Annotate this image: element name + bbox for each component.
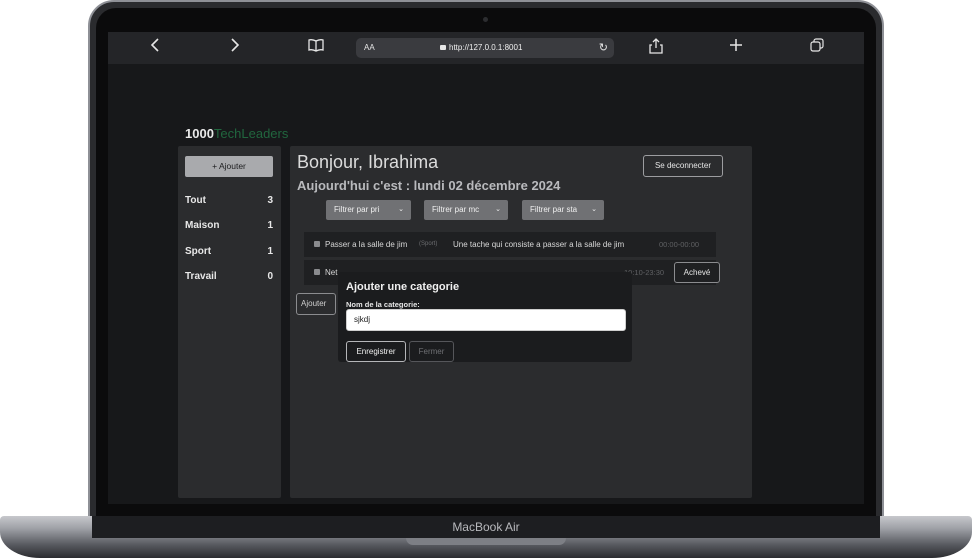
lock-icon xyxy=(440,45,446,50)
device-brand-label: MacBook Air xyxy=(452,520,520,534)
category-name: Maison xyxy=(185,220,220,231)
chevron-down-icon: ⌄ xyxy=(591,206,597,213)
filter-month-dropdown[interactable]: Filtrer par mc ⌄ xyxy=(424,200,508,220)
logout-button[interactable]: Se deconnecter xyxy=(643,155,723,177)
share-icon[interactable] xyxy=(646,38,666,58)
category-count: 3 xyxy=(267,195,273,206)
task-title: Passer a la salle de jim xyxy=(325,240,408,249)
filter-label: Filtrer par pri xyxy=(334,205,380,214)
camera xyxy=(483,17,488,22)
brand-accent: TechLeaders xyxy=(213,126,289,141)
text-size-button[interactable]: AA xyxy=(364,38,375,58)
task-row: Passer a la salle de jim (Sport) Une tac… xyxy=(304,232,716,257)
category-name: Travail xyxy=(185,271,217,282)
add-category-modal: Ajouter une categorie Nom de la categori… xyxy=(338,272,632,362)
modal-title: Ajouter une categorie xyxy=(346,281,460,293)
laptop-notch xyxy=(406,538,566,545)
forward-icon[interactable] xyxy=(225,38,245,58)
task-time: 00:00-00:00 xyxy=(659,240,700,249)
category-name: Sport xyxy=(185,246,212,257)
task-category: (Sport) xyxy=(419,241,438,247)
tabs-icon[interactable] xyxy=(807,38,827,58)
today-date: Aujourd'hui c'est : lundi 02 décembre 20… xyxy=(297,178,561,193)
category-count: 1 xyxy=(267,246,273,257)
category-name-label: Nom de la categorie: xyxy=(346,300,420,309)
bookmarks-icon[interactable] xyxy=(306,38,326,58)
reload-icon[interactable]: ↻ xyxy=(599,38,608,58)
back-icon[interactable] xyxy=(145,38,165,58)
browser-toolbar: AA http://127.0.0.1:8001 ↻ xyxy=(108,32,864,64)
web-page: 1000TechLeaders + Ajouter Tout 3 Maison … xyxy=(108,64,864,504)
task-checkbox[interactable] xyxy=(314,241,320,247)
app-logo[interactable]: 1000TechLeaders xyxy=(185,126,288,141)
url-value: http://127.0.0.1:8001 xyxy=(449,43,523,52)
filter-status-dropdown[interactable]: Filtrer par sta ⌄ xyxy=(522,200,604,220)
new-tab-icon[interactable] xyxy=(726,38,746,58)
filter-priority-dropdown[interactable]: Filtrer par pri ⌄ xyxy=(326,200,411,220)
close-button[interactable]: Fermer xyxy=(409,341,454,362)
category-name: Tout xyxy=(185,195,206,206)
address-bar[interactable]: AA http://127.0.0.1:8001 ↻ xyxy=(356,38,614,58)
sidebar-item-tout[interactable]: Tout 3 xyxy=(185,195,275,206)
chevron-down-icon: ⌄ xyxy=(398,206,404,213)
screen: AA http://127.0.0.1:8001 ↻ 1000TechLeade… xyxy=(108,32,864,504)
task-title: Net xyxy=(325,268,338,277)
url-text: http://127.0.0.1:8001 xyxy=(440,38,522,58)
sidebar-item-maison[interactable]: Maison 1 xyxy=(185,220,275,231)
chevron-down-icon: ⌄ xyxy=(495,206,501,213)
category-count: 1 xyxy=(267,220,273,231)
add-task-button[interactable]: Ajouter xyxy=(296,293,336,315)
task-checkbox[interactable] xyxy=(314,269,320,275)
category-count: 0 xyxy=(267,271,273,282)
complete-task-button[interactable]: Achevé xyxy=(674,262,720,283)
category-sidebar: + Ajouter Tout 3 Maison 1 Sport 1 Travai… xyxy=(178,146,281,498)
sidebar-item-travail[interactable]: Travail 0 xyxy=(185,271,275,282)
filter-label: Filtrer par sta xyxy=(530,205,578,214)
category-name-input[interactable]: sjkdj xyxy=(346,309,626,331)
task-description: Une tache qui consiste a passer a la sal… xyxy=(453,240,625,249)
add-category-button[interactable]: + Ajouter xyxy=(185,156,273,177)
brand-primary: 1000 xyxy=(185,126,214,141)
save-button[interactable]: Enregistrer xyxy=(346,341,406,362)
greeting-heading: Bonjour, Ibrahima xyxy=(297,152,439,172)
filter-label: Filtrer par mc xyxy=(432,205,480,214)
sidebar-item-sport[interactable]: Sport 1 xyxy=(185,246,275,257)
